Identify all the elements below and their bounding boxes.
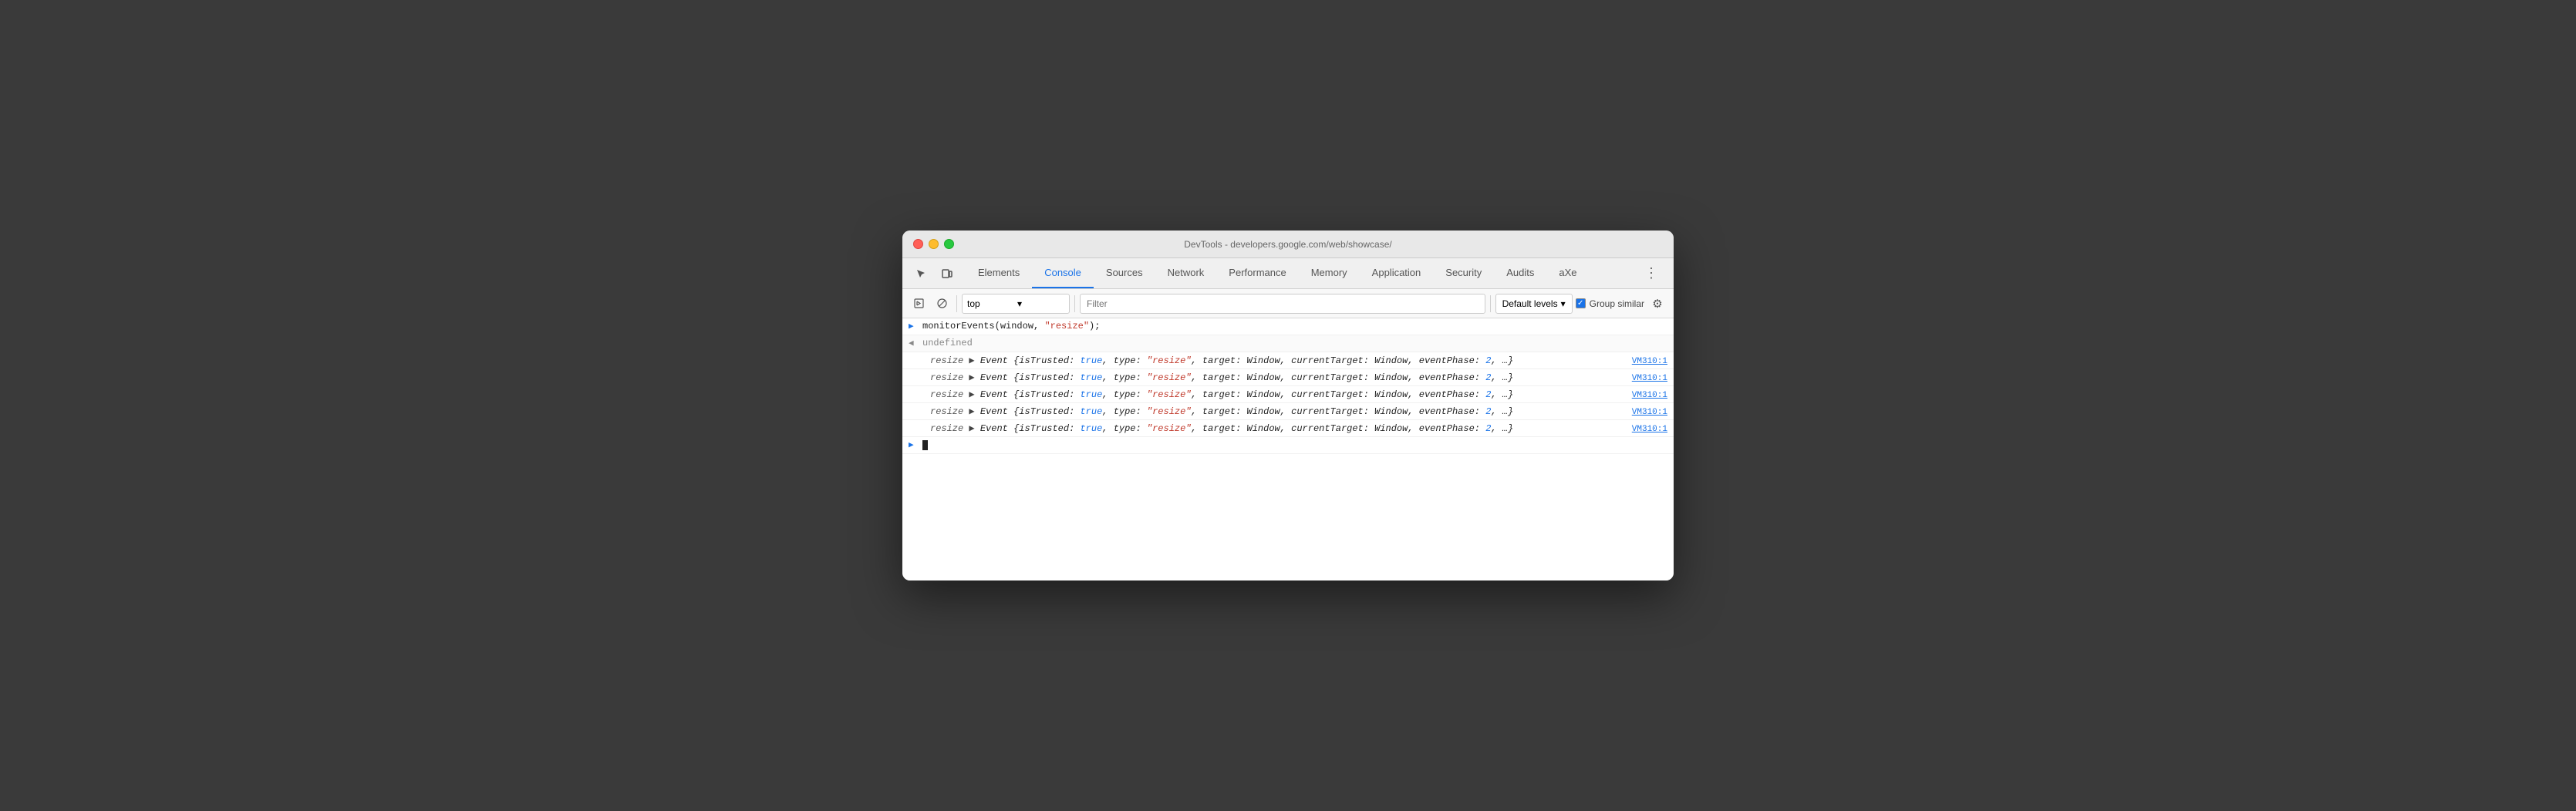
tab-console[interactable]: Console <box>1032 258 1094 288</box>
tabs-end: ⋮ <box>1640 258 1666 288</box>
input-prompt-icon: ▶ <box>909 439 922 450</box>
gear-icon: ⚙ <box>1652 297 1662 311</box>
cursor <box>922 440 928 450</box>
toolbar-divider-1 <box>956 295 957 312</box>
console-input-line[interactable]: ▶ <box>902 437 1674 454</box>
filter-input[interactable] <box>1080 294 1485 314</box>
context-selector[interactable]: top ▾ <box>962 294 1070 314</box>
more-tabs-button[interactable]: ⋮ <box>1640 262 1663 284</box>
event-content-2: resize ▶ Event {isTrusted: true, type: "… <box>930 372 1626 383</box>
maximize-button[interactable] <box>944 239 954 249</box>
execute-icon[interactable] <box>909 294 929 314</box>
close-button[interactable] <box>913 239 923 249</box>
console-event-line-5: resize ▶ Event {isTrusted: true, type: "… <box>902 420 1674 437</box>
group-similar-toggle[interactable]: ✓ Group similar <box>1576 298 1644 309</box>
tab-application[interactable]: Application <box>1360 258 1434 288</box>
cursor-icon[interactable] <box>910 263 932 284</box>
tab-security[interactable]: Security <box>1433 258 1494 288</box>
event-content-1: resize ▶ Event {isTrusted: true, type: "… <box>930 355 1626 366</box>
event-content-3: resize ▶ Event {isTrusted: true, type: "… <box>930 389 1626 400</box>
console-output: ▶ monitorEvents(window, "resize"); ◀ und… <box>902 318 1674 580</box>
tab-performance[interactable]: Performance <box>1216 258 1298 288</box>
console-event-line-2: resize ▶ Event {isTrusted: true, type: "… <box>902 369 1674 386</box>
result-text: undefined <box>922 338 1667 348</box>
event-content-5: resize ▶ Event {isTrusted: true, type: "… <box>930 422 1626 434</box>
event-source-1[interactable]: VM310:1 <box>1632 357 1667 366</box>
event-source-3[interactable]: VM310:1 <box>1632 391 1667 400</box>
tab-elements[interactable]: Elements <box>966 258 1032 288</box>
console-event-line-3: resize ▶ Event {isTrusted: true, type: "… <box>902 386 1674 403</box>
titlebar: DevTools - developers.google.com/web/sho… <box>902 231 1674 258</box>
event-source-4[interactable]: VM310:1 <box>1632 408 1667 417</box>
tab-icons <box>910 258 958 288</box>
console-result-line: ◀ undefined <box>902 335 1674 352</box>
event-source-2[interactable]: VM310:1 <box>1632 374 1667 383</box>
traffic-lights <box>913 239 954 249</box>
event-content-4: resize ▶ Event {isTrusted: true, type: "… <box>930 406 1626 417</box>
console-toolbar: top ▾ Default levels ▾ ✓ Group similar ⚙ <box>902 289 1674 318</box>
command-icon: ▶ <box>909 321 922 331</box>
tab-axe[interactable]: aXe <box>1546 258 1589 288</box>
log-levels-button[interactable]: Default levels ▾ <box>1495 294 1573 314</box>
window-title: DevTools - developers.google.com/web/sho… <box>1184 239 1391 250</box>
block-icon[interactable] <box>932 294 952 314</box>
tabs-bar: Elements Console Sources Network Perform… <box>902 258 1674 289</box>
tab-memory[interactable]: Memory <box>1299 258 1360 288</box>
console-event-line-4: resize ▶ Event {isTrusted: true, type: "… <box>902 403 1674 420</box>
result-icon: ◀ <box>909 338 922 348</box>
command-text: monitorEvents(window, "resize"); <box>922 321 1667 331</box>
settings-button[interactable]: ⚙ <box>1647 294 1667 314</box>
console-event-line-1: resize ▶ Event {isTrusted: true, type: "… <box>902 352 1674 369</box>
group-similar-checkbox[interactable]: ✓ <box>1576 298 1586 308</box>
toolbar-divider-3 <box>1490 295 1491 312</box>
devtools-window: DevTools - developers.google.com/web/sho… <box>902 231 1674 580</box>
event-source-5[interactable]: VM310:1 <box>1632 425 1667 434</box>
minimize-button[interactable] <box>929 239 939 249</box>
device-icon[interactable] <box>936 263 958 284</box>
chevron-down-icon: ▾ <box>1017 298 1064 309</box>
tab-network[interactable]: Network <box>1155 258 1217 288</box>
chevron-down-icon: ▾ <box>1561 298 1566 309</box>
tab-sources[interactable]: Sources <box>1094 258 1155 288</box>
tab-audits[interactable]: Audits <box>1494 258 1546 288</box>
toolbar-divider-2 <box>1074 295 1075 312</box>
console-input[interactable] <box>922 439 1667 450</box>
console-command-line: ▶ monitorEvents(window, "resize"); <box>902 318 1674 335</box>
